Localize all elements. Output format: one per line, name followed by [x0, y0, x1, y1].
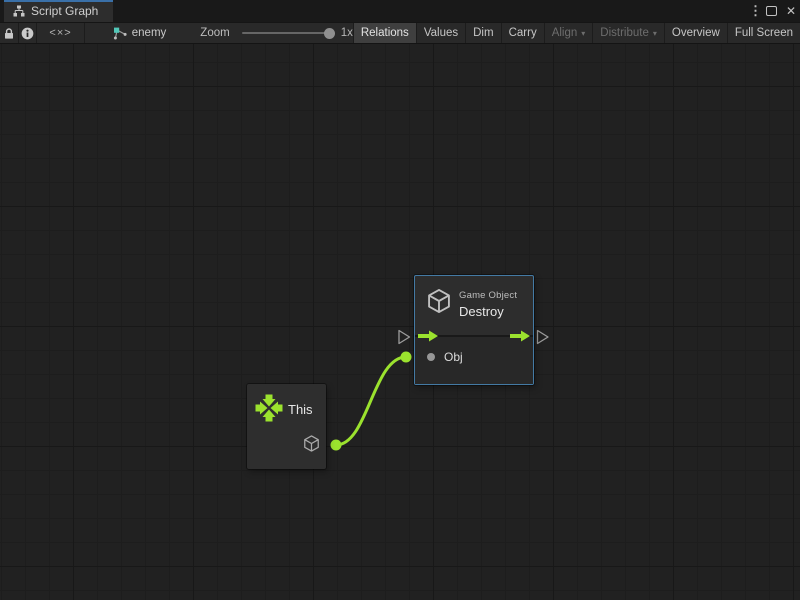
align-button[interactable]: Align ▾ [544, 23, 593, 43]
tab-title: Script Graph [31, 4, 98, 18]
zoom-value: 1x [341, 27, 353, 39]
graph-hierarchy-icon [13, 5, 25, 17]
dropdown-caret-icon: ▾ [653, 29, 657, 38]
graph-toolbar: <×> enemy Zoom 1x Relations Values Dim C… [0, 22, 800, 44]
angle-x-icon: <×> [49, 27, 71, 39]
node-destroy[interactable]: Game Object Destroy Obj [414, 275, 534, 385]
full-screen-button[interactable]: Full Screen [727, 23, 800, 43]
connection-wire[interactable] [336, 357, 406, 445]
node-category: Game Object [459, 290, 517, 301]
overview-button[interactable]: Overview [664, 23, 727, 43]
wire-end-dot[interactable] [401, 352, 412, 363]
zoom-control: Zoom 1x [200, 23, 353, 43]
carry-button[interactable]: Carry [501, 23, 544, 43]
zoom-slider-track[interactable] [242, 32, 332, 34]
dim-button[interactable]: Dim [465, 23, 500, 43]
active-tab-accent [4, 0, 113, 2]
wire-start-dot[interactable] [331, 440, 342, 451]
control-output-arrow-icon[interactable] [510, 330, 530, 342]
game-object-output-port[interactable] [302, 434, 321, 453]
lock-icon [3, 27, 15, 40]
info-button[interactable] [19, 23, 37, 43]
node-this-title: This [288, 402, 313, 417]
node-destroy-header: Game Object Destroy [415, 276, 533, 335]
game-object-icon [425, 287, 453, 315]
distribute-button[interactable]: Distribute ▾ [592, 23, 664, 43]
dropdown-caret-icon: ▾ [581, 29, 585, 38]
control-input-arrow-icon[interactable] [418, 330, 438, 342]
values-button[interactable]: Values [416, 23, 465, 43]
script-graph-asset-icon [113, 26, 127, 40]
window-menu-icon[interactable]: ⋮ [749, 3, 757, 19]
control-input-port-outline[interactable] [399, 331, 410, 344]
breadcrumb[interactable]: enemy [105, 23, 175, 43]
tab-script-graph[interactable]: Script Graph [4, 0, 113, 22]
insert-unit-button[interactable]: <×> [37, 23, 84, 43]
window-tab-bar: Script Graph ⋮ ✕ [0, 0, 800, 22]
close-icon[interactable]: ✕ [786, 4, 796, 18]
relations-button[interactable]: Relations [353, 23, 416, 43]
this-self-icon [255, 394, 283, 422]
lock-button[interactable] [0, 23, 19, 43]
obj-input-port[interactable] [427, 353, 435, 361]
graph-canvas[interactable]: This Game Object Destroy Obj [0, 44, 800, 600]
breadcrumb-graph-name: enemy [132, 27, 167, 39]
obj-port-row: Obj [415, 350, 463, 364]
maximize-icon[interactable] [766, 6, 777, 16]
info-icon [21, 27, 34, 40]
obj-port-label: Obj [444, 350, 463, 364]
connections-layer [0, 44, 800, 600]
control-output-port-outline[interactable] [538, 331, 549, 344]
zoom-slider-handle[interactable] [324, 28, 335, 39]
node-title: Destroy [459, 304, 517, 319]
zoom-label: Zoom [200, 27, 229, 39]
node-this[interactable]: This [247, 384, 326, 469]
